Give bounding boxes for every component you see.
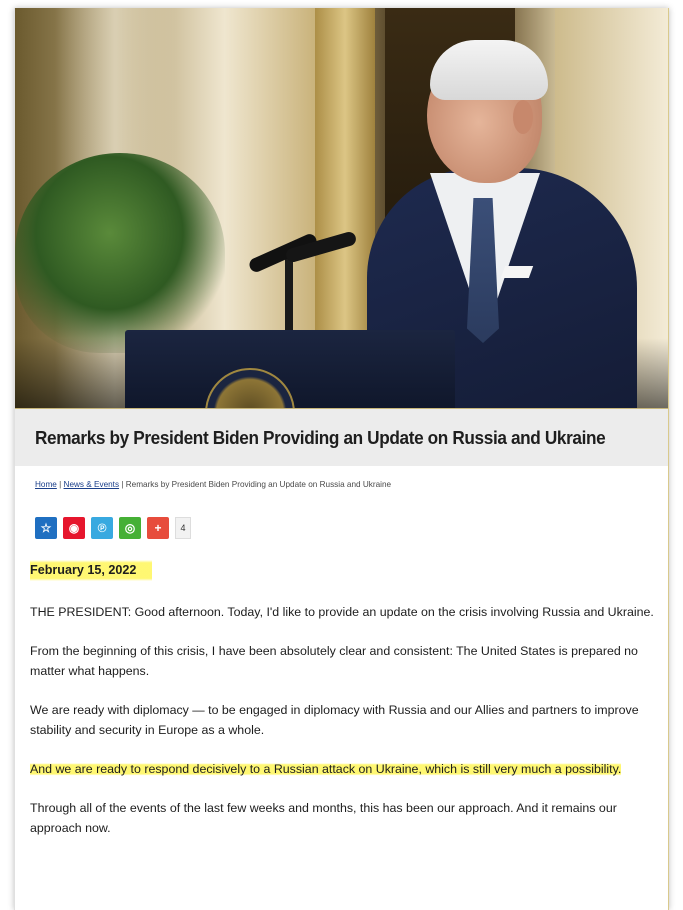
breadcrumb: Home | News & Events | Remarks by Presid… [35, 480, 391, 489]
breadcrumb-separator: | [56, 480, 64, 489]
article-paragraph: From the beginning of this crisis, I hav… [30, 644, 638, 678]
hero-speaker-hair [430, 40, 548, 100]
hero-photo [15, 8, 668, 408]
breadcrumb-home-link[interactable]: Home [35, 480, 57, 489]
article-paragraph: Through all of the events of the last fe… [30, 801, 617, 835]
page-title: Remarks by President Biden Providing an … [35, 427, 606, 448]
star-bookmark-icon[interactable]: ☆ [35, 517, 57, 539]
wechat-icon[interactable]: ◎ [119, 517, 141, 539]
share-bar: ☆ ◉ ℗ ◎ + 4 [35, 514, 191, 542]
article-date: February 15, 2022 [30, 558, 153, 582]
breadcrumb-separator: | [119, 480, 126, 489]
plus-share-icon[interactable]: + [147, 517, 169, 539]
breadcrumb-current: Remarks by President Biden Providing an … [125, 480, 392, 489]
share-glyph: + [154, 521, 162, 535]
share-glyph: ☆ [40, 521, 52, 535]
article-paragraph: THE PRESIDENT: Good afternoon. Today, I'… [30, 605, 654, 619]
tencent-weibo-icon[interactable]: ℗ [91, 517, 113, 539]
article-frame: Remarks by President Biden Providing an … [14, 8, 669, 910]
article-body: February 15, 2022 THE PRESIDENT: Good af… [30, 558, 660, 857]
share-glyph: ℗ [97, 521, 107, 535]
hero-plant [15, 153, 225, 353]
hero-pocket-square [500, 266, 534, 278]
hero-pillar [315, 8, 375, 338]
weibo-icon[interactable]: ◉ [63, 517, 85, 539]
article-paragraph: We are ready with diplomacy — to be enga… [30, 703, 639, 737]
article-paragraph-highlighted: And we are ready to respond decisively t… [30, 762, 622, 776]
share-glyph: ◉ [68, 521, 80, 535]
hero-mic-stand [285, 253, 293, 338]
hero-speaker-ear [513, 100, 533, 134]
share-count-badge: 4 [175, 517, 191, 539]
share-glyph: ◎ [124, 521, 136, 535]
breadcrumb-news-link[interactable]: News & Events [64, 480, 120, 489]
title-bar: Remarks by President Biden Providing an … [15, 408, 668, 466]
